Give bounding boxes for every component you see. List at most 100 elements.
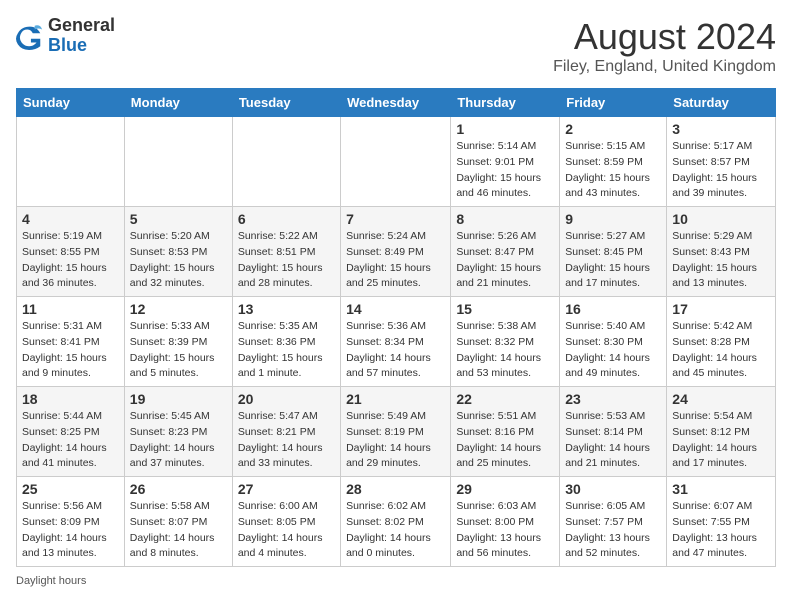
day-cell: 1 Sunrise: 5:14 AM Sunset: 9:01 PM Daylig… (451, 117, 560, 207)
day-cell (341, 117, 451, 207)
day-info: Sunrise: 5:36 AM Sunset: 8:34 PM Dayligh… (346, 319, 445, 382)
day-info: Sunrise: 5:56 AM Sunset: 8:09 PM Dayligh… (22, 499, 119, 562)
day-number: 12 (130, 301, 227, 317)
week-row-4: 18 Sunrise: 5:44 AM Sunset: 8:25 PM Dayli… (17, 387, 776, 477)
day-info: Sunrise: 5:45 AM Sunset: 8:23 PM Dayligh… (130, 409, 227, 472)
logo-blue: Blue (48, 35, 87, 55)
day-number: 6 (238, 211, 335, 227)
day-number: 28 (346, 481, 445, 497)
week-row-3: 11 Sunrise: 5:31 AM Sunset: 8:41 PM Dayli… (17, 297, 776, 387)
day-number: 21 (346, 391, 445, 407)
day-cell: 26Sunrise: 5:58 AM Sunset: 8:07 PM Dayli… (124, 477, 232, 567)
day-number: 11 (22, 301, 119, 317)
day-info: Sunrise: 5:51 AM Sunset: 8:16 PM Dayligh… (456, 409, 554, 472)
day-number: 24 (672, 391, 770, 407)
day-info: Sunrise: 5:31 AM Sunset: 8:41 PM Dayligh… (22, 319, 119, 382)
day-cell: 11 Sunrise: 5:31 AM Sunset: 8:41 PM Dayli… (17, 297, 125, 387)
header-row: SundayMondayTuesdayWednesdayThursdayFrid… (17, 89, 776, 117)
day-cell (124, 117, 232, 207)
day-cell: 7Sunrise: 5:24 AM Sunset: 8:49 PM Daylig… (341, 207, 451, 297)
day-info: Sunrise: 5:19 AM Sunset: 8:55 PM Dayligh… (22, 229, 119, 292)
day-number: 4 (22, 211, 119, 227)
day-cell: 22 Sunrise: 5:51 AM Sunset: 8:16 PM Dayli… (451, 387, 560, 477)
day-cell: 20Sunrise: 5:47 AM Sunset: 8:21 PM Dayli… (232, 387, 340, 477)
day-info: Sunrise: 6:03 AM Sunset: 8:00 PM Dayligh… (456, 499, 554, 562)
day-cell: 17 Sunrise: 5:42 AM Sunset: 8:28 PM Dayli… (667, 297, 776, 387)
day-cell: 6 Sunrise: 5:22 AM Sunset: 8:51 PM Daylig… (232, 207, 340, 297)
day-number: 17 (672, 301, 770, 317)
month-title: August 2024 (553, 16, 776, 58)
day-number: 25 (22, 481, 119, 497)
day-info: Sunrise: 5:40 AM Sunset: 8:30 PM Dayligh… (565, 319, 661, 382)
logo-icon (16, 22, 44, 50)
day-info: Sunrise: 5:14 AM Sunset: 9:01 PM Dayligh… (456, 139, 554, 202)
day-number: 1 (456, 121, 554, 137)
day-cell: 24 Sunrise: 5:54 AM Sunset: 8:12 PM Dayli… (667, 387, 776, 477)
day-cell: 30 Sunrise: 6:05 AM Sunset: 7:57 PM Dayli… (560, 477, 667, 567)
logo-general: General (48, 15, 115, 35)
day-cell: 12Sunrise: 5:33 AM Sunset: 8:39 PM Dayli… (124, 297, 232, 387)
daylight-label: Daylight hours (16, 575, 86, 587)
day-header-saturday: Saturday (667, 89, 776, 117)
day-number: 27 (238, 481, 335, 497)
day-number: 18 (22, 391, 119, 407)
day-cell: 13 Sunrise: 5:35 AM Sunset: 8:36 PM Dayli… (232, 297, 340, 387)
day-cell: 16 Sunrise: 5:40 AM Sunset: 8:30 PM Dayli… (560, 297, 667, 387)
day-number: 19 (130, 391, 227, 407)
day-info: Sunrise: 5:22 AM Sunset: 8:51 PM Dayligh… (238, 229, 335, 292)
day-cell: 2Sunrise: 5:15 AM Sunset: 8:59 PM Daylig… (560, 117, 667, 207)
day-info: Sunrise: 5:27 AM Sunset: 8:45 PM Dayligh… (565, 229, 661, 292)
day-cell: 3 Sunrise: 5:17 AM Sunset: 8:57 PM Daylig… (667, 117, 776, 207)
day-cell: 28Sunrise: 6:02 AM Sunset: 8:02 PM Dayli… (341, 477, 451, 567)
day-info: Sunrise: 5:47 AM Sunset: 8:21 PM Dayligh… (238, 409, 335, 472)
day-number: 30 (565, 481, 661, 497)
day-number: 23 (565, 391, 661, 407)
logo-text: General Blue (48, 16, 115, 56)
day-info: Sunrise: 5:35 AM Sunset: 8:36 PM Dayligh… (238, 319, 335, 382)
day-number: 13 (238, 301, 335, 317)
day-number: 14 (346, 301, 445, 317)
day-cell (232, 117, 340, 207)
day-number: 5 (130, 211, 227, 227)
day-info: Sunrise: 5:44 AM Sunset: 8:25 PM Dayligh… (22, 409, 119, 472)
day-header-wednesday: Wednesday (341, 89, 451, 117)
calendar-table: SundayMondayTuesdayWednesdayThursdayFrid… (16, 88, 776, 567)
day-info: Sunrise: 5:58 AM Sunset: 8:07 PM Dayligh… (130, 499, 227, 562)
day-number: 22 (456, 391, 554, 407)
day-number: 9 (565, 211, 661, 227)
day-cell: 31 Sunrise: 6:07 AM Sunset: 7:55 PM Dayli… (667, 477, 776, 567)
day-number: 16 (565, 301, 661, 317)
day-number: 8 (456, 211, 554, 227)
day-cell: 19 Sunrise: 5:45 AM Sunset: 8:23 PM Dayli… (124, 387, 232, 477)
day-number: 31 (672, 481, 770, 497)
week-row-1: 1 Sunrise: 5:14 AM Sunset: 9:01 PM Daylig… (17, 117, 776, 207)
day-number: 29 (456, 481, 554, 497)
day-cell: 27 Sunrise: 6:00 AM Sunset: 8:05 PM Dayli… (232, 477, 340, 567)
day-header-thursday: Thursday (451, 89, 560, 117)
day-number: 3 (672, 121, 770, 137)
day-info: Sunrise: 5:42 AM Sunset: 8:28 PM Dayligh… (672, 319, 770, 382)
day-info: Sunrise: 5:20 AM Sunset: 8:53 PM Dayligh… (130, 229, 227, 292)
day-info: Sunrise: 5:38 AM Sunset: 8:32 PM Dayligh… (456, 319, 554, 382)
day-header-sunday: Sunday (17, 89, 125, 117)
day-cell: 15 Sunrise: 5:38 AM Sunset: 8:32 PM Dayli… (451, 297, 560, 387)
day-cell: 9 Sunrise: 5:27 AM Sunset: 8:45 PM Daylig… (560, 207, 667, 297)
day-cell: 21Sunrise: 5:49 AM Sunset: 8:19 PM Dayli… (341, 387, 451, 477)
week-row-2: 4 Sunrise: 5:19 AM Sunset: 8:55 PM Daylig… (17, 207, 776, 297)
day-info: Sunrise: 6:00 AM Sunset: 8:05 PM Dayligh… (238, 499, 335, 562)
day-cell (17, 117, 125, 207)
day-info: Sunrise: 5:24 AM Sunset: 8:49 PM Dayligh… (346, 229, 445, 292)
day-info: Sunrise: 6:05 AM Sunset: 7:57 PM Dayligh… (565, 499, 661, 562)
day-info: Sunrise: 5:54 AM Sunset: 8:12 PM Dayligh… (672, 409, 770, 472)
day-cell: 18 Sunrise: 5:44 AM Sunset: 8:25 PM Dayli… (17, 387, 125, 477)
day-header-monday: Monday (124, 89, 232, 117)
day-cell: 4 Sunrise: 5:19 AM Sunset: 8:55 PM Daylig… (17, 207, 125, 297)
day-info: Sunrise: 5:17 AM Sunset: 8:57 PM Dayligh… (672, 139, 770, 202)
day-info: Sunrise: 5:26 AM Sunset: 8:47 PM Dayligh… (456, 229, 554, 292)
day-info: Sunrise: 5:15 AM Sunset: 8:59 PM Dayligh… (565, 139, 661, 202)
day-info: Sunrise: 5:29 AM Sunset: 8:43 PM Dayligh… (672, 229, 770, 292)
page-header: General Blue August 2024 Filey, England,… (16, 16, 776, 76)
day-info: Sunrise: 6:07 AM Sunset: 7:55 PM Dayligh… (672, 499, 770, 562)
week-row-5: 25 Sunrise: 5:56 AM Sunset: 8:09 PM Dayli… (17, 477, 776, 567)
day-number: 15 (456, 301, 554, 317)
